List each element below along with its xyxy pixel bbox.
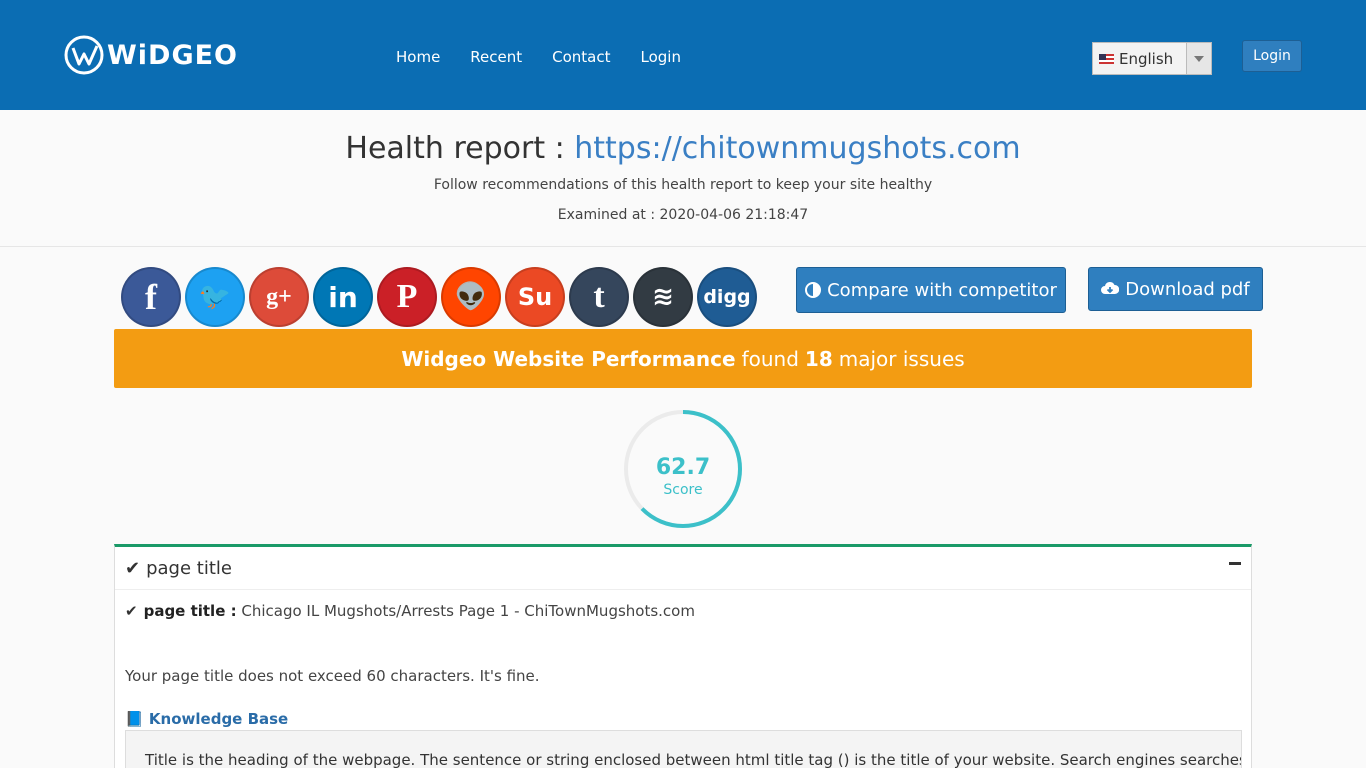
result-value: Chicago IL Mugshots/Arrests Page 1 - Chi… — [241, 602, 695, 620]
chevron-down-icon[interactable] — [1186, 43, 1211, 74]
language-label: English — [1119, 49, 1174, 68]
page-title-result: ✔ page title : Chicago IL Mugshots/Arrest… — [125, 602, 695, 620]
twitter-share-icon[interactable]: 🐦 — [185, 267, 245, 327]
digg-share-icon[interactable]: digg — [697, 267, 757, 327]
report-header: Health report : https://chitownmugshots.… — [0, 110, 1366, 247]
book-icon: 📘 — [125, 710, 144, 728]
banner-brand: Widgeo Website Performance — [401, 346, 736, 371]
reddit-share-icon[interactable]: 👽 — [441, 267, 501, 327]
panel-title: page title — [146, 557, 232, 579]
knowledge-base-text: Title is the heading of the webpage. The… — [125, 730, 1242, 768]
knowledge-base-link[interactable]: 📘 Knowledge Base — [125, 710, 288, 728]
download-pdf-button[interactable]: Download pdf — [1088, 267, 1263, 311]
linkedin-share-icon[interactable]: in — [313, 267, 373, 327]
check-icon: ✔ — [125, 557, 141, 579]
result-label: page title : — [143, 602, 237, 620]
buffer-share-icon[interactable]: ≋ — [633, 267, 693, 327]
result-message: Your page title does not exceed 60 chara… — [125, 667, 540, 685]
report-subtitle: Follow recommendations of this health re… — [433, 177, 933, 193]
google-plus-share-icon[interactable]: g+ — [249, 267, 309, 327]
stumbleupon-share-icon[interactable]: Su — [505, 267, 565, 327]
page-title: Health report : https://chitownmugshots.… — [0, 131, 1366, 166]
header-bar: WiDGEO Home Recent Contact Login English… — [0, 0, 1366, 110]
contrast-icon — [805, 282, 822, 298]
page-title-panel: ✔ page title ✔ page title : Chicago IL Mu… — [114, 544, 1252, 768]
logo[interactable]: WiDGEO — [63, 34, 238, 76]
issues-banner: Widgeo Website Performance found 18 majo… — [114, 329, 1252, 388]
nav-home[interactable]: Home — [396, 48, 440, 66]
social-share-bar: f 🐦 g+ in P 👽 Su t ≋ digg — [121, 267, 757, 327]
tumblr-share-icon[interactable]: t — [569, 267, 629, 327]
nav-contact[interactable]: Contact — [552, 48, 610, 66]
banner-found: found — [741, 346, 799, 371]
facebook-share-icon[interactable]: f — [121, 267, 181, 327]
compare-label: Compare with competitor — [827, 279, 1057, 301]
language-select[interactable]: English — [1092, 42, 1212, 75]
score-label: Score — [663, 482, 703, 498]
main-nav: Home Recent Contact Login — [396, 48, 681, 66]
examined-timestamp: Examined at : 2020-04-06 21:18:47 — [557, 207, 809, 223]
report-url-link[interactable]: https://chitownmugshots.com — [574, 131, 1020, 166]
logo-text: WiDGEO — [107, 39, 239, 71]
cloud-download-icon — [1101, 281, 1120, 294]
logo-icon — [64, 35, 104, 75]
pinterest-share-icon[interactable]: P — [377, 267, 437, 327]
banner-suffix: major issues — [838, 346, 965, 371]
knowledge-base-label: Knowledge Base — [148, 710, 289, 728]
collapse-icon[interactable] — [1229, 562, 1241, 565]
nav-recent[interactable]: Recent — [470, 48, 522, 66]
score-value: 62.7 — [655, 455, 711, 480]
issues-count: 18 — [804, 346, 833, 371]
us-flag-icon — [1099, 53, 1114, 64]
check-icon: ✔ — [125, 602, 138, 620]
title-prefix: Health report : — [345, 131, 575, 166]
login-button[interactable]: Login — [1242, 40, 1302, 72]
compare-competitor-button[interactable]: Compare with competitor — [796, 267, 1066, 313]
download-label: Download pdf — [1125, 278, 1250, 300]
score-gauge: 62.7 Score — [622, 408, 744, 530]
nav-login[interactable]: Login — [641, 48, 681, 66]
panel-header[interactable]: ✔ page title — [115, 547, 1251, 590]
